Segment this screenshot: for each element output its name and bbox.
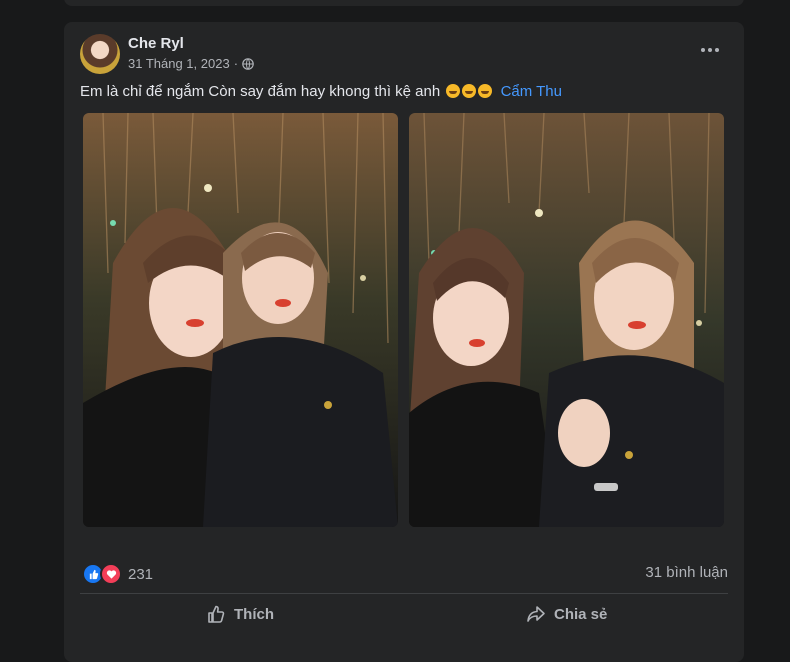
post-date[interactable]: 31 Tháng 1, 2023 — [128, 56, 230, 71]
meta-separator: · — [233, 56, 239, 71]
dot-icon — [701, 48, 705, 52]
share-label: Chia sẻ — [554, 605, 608, 623]
avatar[interactable] — [80, 34, 120, 74]
like-button[interactable]: Thích — [206, 600, 274, 628]
more-options-button[interactable] — [694, 40, 726, 60]
like-label: Thích — [234, 605, 274, 623]
share-arrow-icon — [527, 606, 545, 622]
reaction-summary[interactable]: 231 — [82, 563, 153, 585]
share-button[interactable]: Chia sẻ — [526, 600, 607, 628]
dot-icon — [715, 48, 719, 52]
post-card: Che Ryl 31 Tháng 1, 2023 · Em là chỉ để … — [64, 22, 744, 662]
grinning-squinting-face-icon — [446, 84, 461, 98]
post-meta: 31 Tháng 1, 2023 · — [128, 56, 254, 71]
caption-text: Em là chỉ để ngắm Còn say đắm hay khong … — [80, 83, 441, 100]
comment-count-link[interactable]: 31 bình luận — [645, 564, 728, 581]
reaction-count: 231 — [128, 565, 154, 583]
grinning-squinting-face-icon — [478, 84, 493, 98]
post-caption: Em là chỉ để ngắm Còn say đắm hay khong … — [80, 83, 720, 100]
heart-icon — [100, 563, 122, 585]
tagged-user-link[interactable]: Cẩm Thu — [501, 83, 562, 100]
divider — [80, 593, 728, 594]
dot-icon — [708, 48, 712, 52]
previous-post-card — [64, 0, 744, 6]
post-photo-1[interactable] — [83, 113, 398, 527]
thumbs-up-icon — [208, 605, 225, 623]
post-photo-2[interactable] — [409, 113, 724, 527]
grinning-squinting-face-icon — [462, 84, 477, 98]
globe-icon[interactable] — [242, 57, 254, 70]
author-name[interactable]: Che Ryl — [128, 35, 184, 52]
